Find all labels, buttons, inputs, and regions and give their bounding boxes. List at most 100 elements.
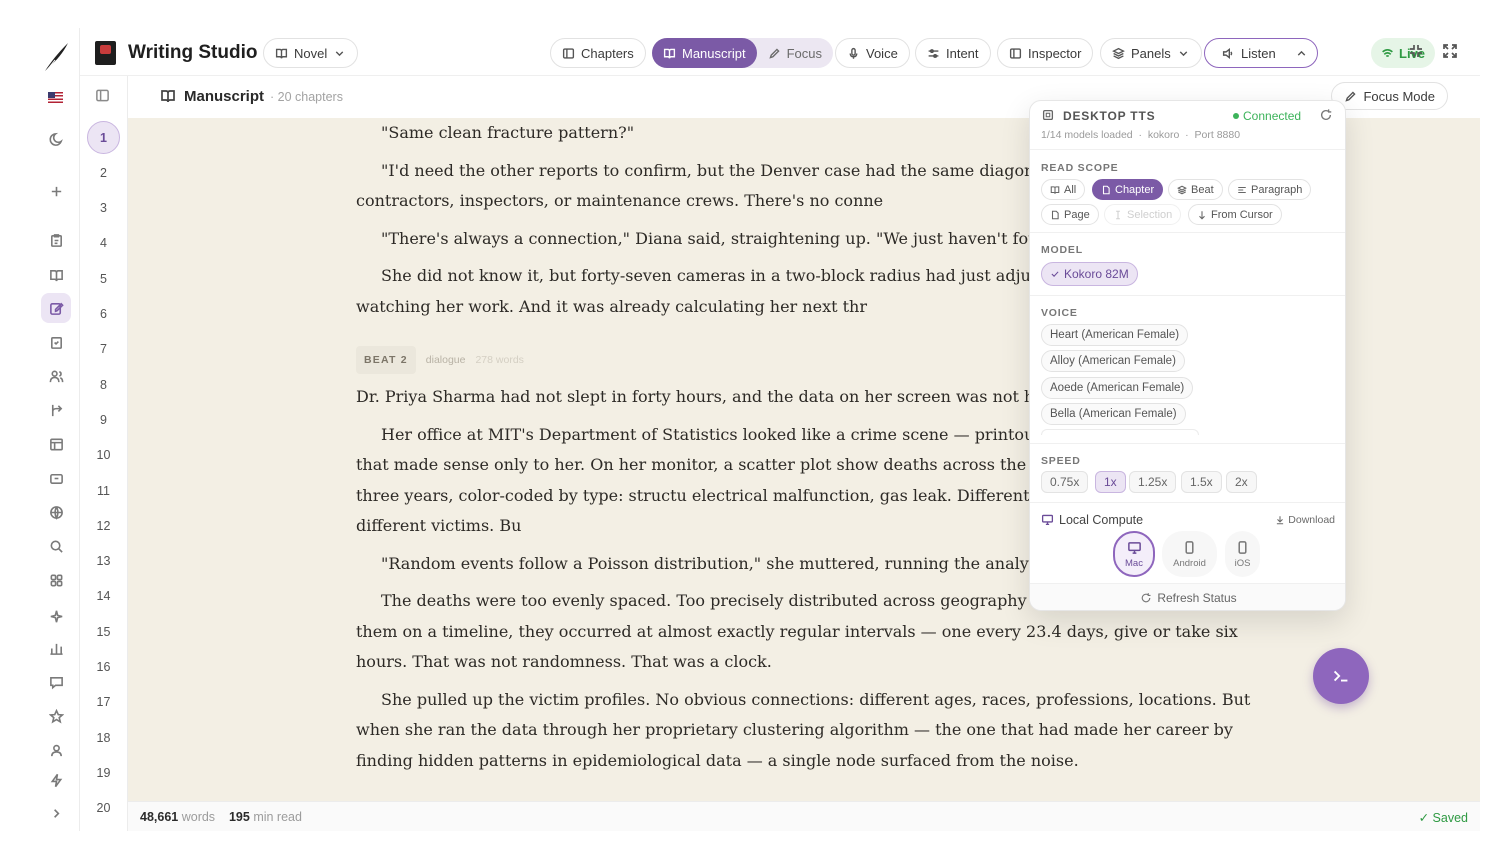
chapter-number-11[interactable]: 11 bbox=[87, 474, 120, 507]
bar-chart-icon[interactable] bbox=[41, 633, 71, 663]
listen-button[interactable]: Listen bbox=[1204, 38, 1318, 68]
inspector-button[interactable]: Inspector bbox=[997, 38, 1094, 68]
chapter-navigator: 1 2 3 4 5 6 7 8 9 10 11 12 13 14 15 16 17 18 19 20 bbox=[80, 76, 128, 831]
paragraph[interactable]: She pulled up the victim profiles. No ob… bbox=[356, 685, 1261, 777]
scope-from-cursor-chip[interactable]: From Cursor bbox=[1188, 204, 1282, 225]
voice-label: VOICE bbox=[1041, 307, 1078, 319]
chapter-number-4[interactable]: 4 bbox=[87, 227, 120, 260]
chapters-button[interactable]: Chapters bbox=[550, 38, 646, 68]
device-mac-button[interactable]: Mac bbox=[1113, 531, 1155, 577]
plus-icon[interactable] bbox=[41, 176, 71, 206]
chapter-number-5[interactable]: 5 bbox=[87, 262, 120, 295]
download-link[interactable]: Download bbox=[1275, 514, 1335, 526]
chapter-number-2[interactable]: 2 bbox=[87, 156, 120, 189]
scope-paragraph-chip[interactable]: Paragraph bbox=[1228, 179, 1312, 200]
tts-meta: 1/14 models loaded · kokoro · Port 8880 bbox=[1041, 129, 1241, 141]
book-icon bbox=[663, 48, 676, 58]
chapter-number-17[interactable]: 17 bbox=[87, 686, 120, 719]
focus-mode-button[interactable]: Focus Mode bbox=[1331, 82, 1448, 110]
chapter-number-7[interactable]: 7 bbox=[87, 333, 120, 366]
chapter-number-8[interactable]: 8 bbox=[87, 368, 120, 401]
chapter-number-9[interactable]: 9 bbox=[87, 403, 120, 436]
device-ios-label: iOS bbox=[1234, 557, 1251, 569]
speed-option[interactable]: 1.25x bbox=[1129, 471, 1177, 493]
clipboard-icon[interactable] bbox=[41, 225, 71, 255]
checklist-icon[interactable] bbox=[41, 327, 71, 357]
grid-icon[interactable] bbox=[41, 565, 71, 595]
sidebar-toggle-icon[interactable] bbox=[95, 88, 111, 104]
book-icon bbox=[1050, 185, 1060, 194]
intent-button[interactable]: Intent bbox=[915, 38, 991, 68]
voice-option[interactable]: Aoede (American Female) bbox=[1041, 377, 1194, 399]
search-icon[interactable] bbox=[41, 531, 71, 561]
chapter-number-16[interactable]: 16 bbox=[87, 651, 120, 684]
refresh-icon[interactable] bbox=[1319, 108, 1333, 127]
chapter-number-10[interactable]: 10 bbox=[87, 439, 120, 472]
focus-tab[interactable]: Focus bbox=[757, 38, 833, 68]
book-open-icon[interactable] bbox=[41, 260, 71, 290]
voice-option[interactable]: Bella (American Female) bbox=[1041, 403, 1186, 425]
sparkle-icon[interactable] bbox=[41, 601, 71, 631]
panels-dropdown[interactable]: Panels bbox=[1100, 38, 1202, 68]
scope-all-label: All bbox=[1064, 183, 1077, 196]
chapter-number-19[interactable]: 19 bbox=[87, 756, 120, 789]
branch-icon[interactable] bbox=[41, 395, 71, 425]
collapse-icon[interactable] bbox=[1408, 43, 1426, 61]
chapter-number-12[interactable]: 12 bbox=[87, 509, 120, 542]
voice-option[interactable]: Alloy (American Female) bbox=[1041, 350, 1185, 372]
beat-tag: BEAT 2 bbox=[356, 346, 416, 374]
device-ios-button[interactable]: iOS bbox=[1225, 531, 1260, 577]
globe-icon[interactable] bbox=[41, 497, 71, 527]
chapter-number-14[interactable]: 14 bbox=[87, 580, 120, 613]
project-type-label: Novel bbox=[294, 45, 328, 61]
users-icon[interactable] bbox=[41, 361, 71, 391]
expand-rail-icon[interactable] bbox=[41, 798, 71, 828]
voice-option[interactable]: Heart (American Female) bbox=[1041, 324, 1189, 346]
speed-option[interactable]: 1.5x bbox=[1181, 471, 1222, 493]
model-chip[interactable]: Kokoro 82M bbox=[1041, 262, 1138, 286]
phone-icon bbox=[1185, 540, 1194, 554]
monitor-icon bbox=[1041, 513, 1054, 531]
chat-icon[interactable] bbox=[41, 667, 71, 697]
microphone-icon bbox=[849, 47, 858, 59]
device-android-button[interactable]: Android bbox=[1162, 531, 1217, 577]
lightning-icon[interactable] bbox=[41, 765, 71, 795]
edit-icon[interactable] bbox=[41, 293, 71, 323]
terminal-fab-button[interactable] bbox=[1313, 648, 1369, 704]
voice-button[interactable]: Voice bbox=[835, 38, 910, 68]
chapter-number-1[interactable]: 1 bbox=[87, 121, 120, 154]
chapter-number-13[interactable]: 13 bbox=[87, 545, 120, 578]
us-flag-icon[interactable] bbox=[48, 92, 63, 103]
scope-page-chip[interactable]: Page bbox=[1041, 204, 1099, 225]
speed-option[interactable]: 0.75x bbox=[1041, 471, 1089, 493]
star-icon[interactable] bbox=[41, 701, 71, 731]
ticket-icon[interactable] bbox=[41, 463, 71, 493]
scope-page-label: Page bbox=[1064, 208, 1090, 221]
speed-option[interactable]: 2x bbox=[1226, 471, 1257, 493]
scope-chapter-chip[interactable]: Chapter bbox=[1092, 179, 1164, 200]
chapter-count: · 20 chapters bbox=[270, 90, 343, 104]
scope-all-chip[interactable]: All bbox=[1041, 179, 1086, 200]
model-section: MODEL Kokoro 82M bbox=[1030, 232, 1345, 294]
pencil-icon bbox=[768, 47, 780, 59]
fullscreen-icon[interactable] bbox=[1442, 43, 1460, 61]
speed-option[interactable]: 1x bbox=[1095, 471, 1126, 493]
focus-tab-label: Focus bbox=[786, 45, 822, 61]
chapter-number-15[interactable]: 15 bbox=[87, 615, 120, 648]
scope-beat-chip[interactable]: Beat bbox=[1168, 179, 1223, 200]
project-type-dropdown[interactable]: Novel bbox=[263, 38, 359, 68]
moon-icon[interactable] bbox=[41, 124, 71, 154]
manuscript-tab[interactable]: Manuscript bbox=[652, 38, 757, 68]
refresh-status-button[interactable]: Refresh Status bbox=[1030, 583, 1345, 610]
chapter-number-3[interactable]: 3 bbox=[87, 192, 120, 225]
check-icon bbox=[1051, 271, 1059, 277]
chevron-up-icon[interactable] bbox=[1295, 47, 1308, 60]
panels-label: Panels bbox=[1131, 45, 1171, 61]
chapter-number-18[interactable]: 18 bbox=[87, 721, 120, 754]
user-icon[interactable] bbox=[41, 735, 71, 765]
table-icon[interactable] bbox=[41, 429, 71, 459]
chapter-number-6[interactable]: 6 bbox=[87, 298, 120, 331]
chapter-number-20[interactable]: 20 bbox=[87, 792, 120, 825]
scope-selection-chip[interactable]: Selection bbox=[1104, 204, 1182, 225]
pencil-icon bbox=[1345, 90, 1356, 102]
